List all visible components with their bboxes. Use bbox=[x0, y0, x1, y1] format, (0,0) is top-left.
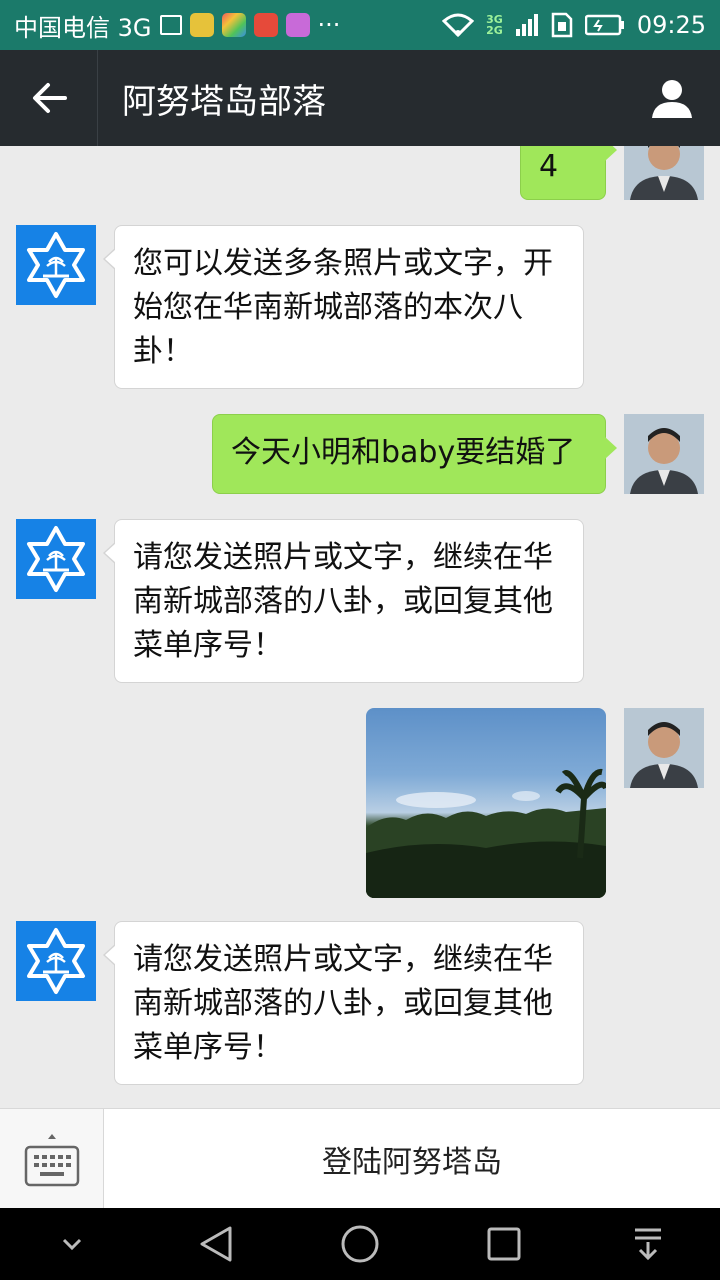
user-avatar[interactable] bbox=[624, 708, 704, 788]
bot-avatar[interactable] bbox=[16, 225, 96, 305]
chevron-down-icon bbox=[62, 1238, 82, 1251]
chat-header: 阿努塔岛部落 bbox=[0, 50, 720, 146]
more-notifications: ··· bbox=[317, 11, 341, 39]
circle-home-icon bbox=[341, 1225, 379, 1263]
message-bubble-incoming[interactable]: 请您发送照片或文字，继续在华南新城部落的八卦，或回复其他菜单序号！ bbox=[103, 921, 584, 1085]
message-bubble-outgoing[interactable]: 4 bbox=[520, 146, 617, 200]
message-bubble-outgoing[interactable]: 今天小明和baby要结婚了 bbox=[212, 414, 617, 494]
square-recents-icon bbox=[487, 1227, 521, 1261]
star-island-logo-icon bbox=[27, 928, 85, 994]
back-button[interactable] bbox=[0, 50, 98, 146]
message-text: 您可以发送多条照片或文字，开始您在华南新城部落的本次八卦！ bbox=[133, 246, 553, 369]
battery-icon bbox=[584, 14, 624, 36]
app-notification-icon bbox=[253, 13, 278, 37]
message-bubble-incoming[interactable]: 您可以发送多条照片或文字，开始您在华南新城部落的本次八卦！ bbox=[103, 225, 584, 389]
nav-recents-button[interactable] bbox=[464, 1208, 544, 1280]
star-island-logo-icon bbox=[27, 232, 85, 298]
message-text: 请您发送照片或文字，继续在华南新城部落的八卦，或回复其他菜单序号！ bbox=[133, 942, 553, 1065]
user-photo-icon bbox=[624, 146, 704, 200]
user-photo-icon bbox=[624, 708, 704, 788]
nav-back-button[interactable] bbox=[176, 1208, 256, 1280]
menu-button-label: 登陆阿努塔岛 bbox=[322, 1144, 502, 1180]
chat-title: 阿努塔岛部落 bbox=[122, 81, 326, 122]
keyboard-icon bbox=[24, 1134, 79, 1187]
signal-icon bbox=[515, 14, 538, 36]
bottom-menu-bar: 登陆阿努塔岛 bbox=[0, 1108, 720, 1209]
message-text: 今天小明和baby要结婚了 bbox=[231, 435, 576, 470]
star-island-logo-icon bbox=[27, 526, 85, 592]
carrier-label: 中国电信 3G bbox=[14, 13, 152, 42]
keyboard-toggle-button[interactable] bbox=[0, 1109, 104, 1209]
hide-nav-button[interactable] bbox=[32, 1208, 112, 1280]
system-nav-bar bbox=[0, 1208, 720, 1280]
user-avatar[interactable] bbox=[624, 414, 704, 494]
app-notification-icon bbox=[189, 13, 214, 37]
sim-icon bbox=[551, 12, 573, 38]
network-type: 3G 2G bbox=[486, 13, 503, 37]
arrow-left-icon bbox=[32, 83, 67, 113]
pull-down-icon bbox=[635, 1228, 661, 1261]
app-notification-icon bbox=[221, 13, 246, 37]
game-icon bbox=[285, 13, 310, 37]
nav-notifications-button[interactable] bbox=[608, 1208, 688, 1280]
clock: 09:25 bbox=[636, 11, 706, 39]
status-bar: 中国电信 3G ··· 3G 2G 09:25 bbox=[0, 0, 720, 50]
gallery-icon bbox=[159, 15, 182, 35]
bot-avatar[interactable] bbox=[16, 921, 96, 1001]
message-text: 请您发送照片或文字，继续在华南新城部落的八卦，或回复其他菜单序号！ bbox=[133, 540, 553, 663]
triangle-back-icon bbox=[200, 1226, 232, 1262]
user-photo-icon bbox=[624, 414, 704, 494]
message-image[interactable] bbox=[366, 708, 606, 898]
person-icon bbox=[652, 80, 692, 118]
user-avatar[interactable] bbox=[624, 146, 704, 200]
landscape-photo bbox=[366, 768, 606, 898]
message-bubble-incoming[interactable]: 请您发送照片或文字，继续在华南新城部落的八卦，或回复其他菜单序号！ bbox=[103, 519, 584, 683]
bot-avatar[interactable] bbox=[16, 519, 96, 599]
nav-home-button[interactable] bbox=[320, 1208, 400, 1280]
message-text: 4 bbox=[539, 149, 559, 184]
wifi-icon bbox=[442, 13, 475, 37]
message-list[interactable]: 4 您可以发送多条照片或文字，开始您在华南新城部落的本次八卦！ 今天小明和bab… bbox=[0, 146, 720, 1108]
chat-info-button[interactable] bbox=[624, 50, 720, 146]
menu-button-login[interactable]: 登陆阿努塔岛 bbox=[104, 1109, 720, 1208]
